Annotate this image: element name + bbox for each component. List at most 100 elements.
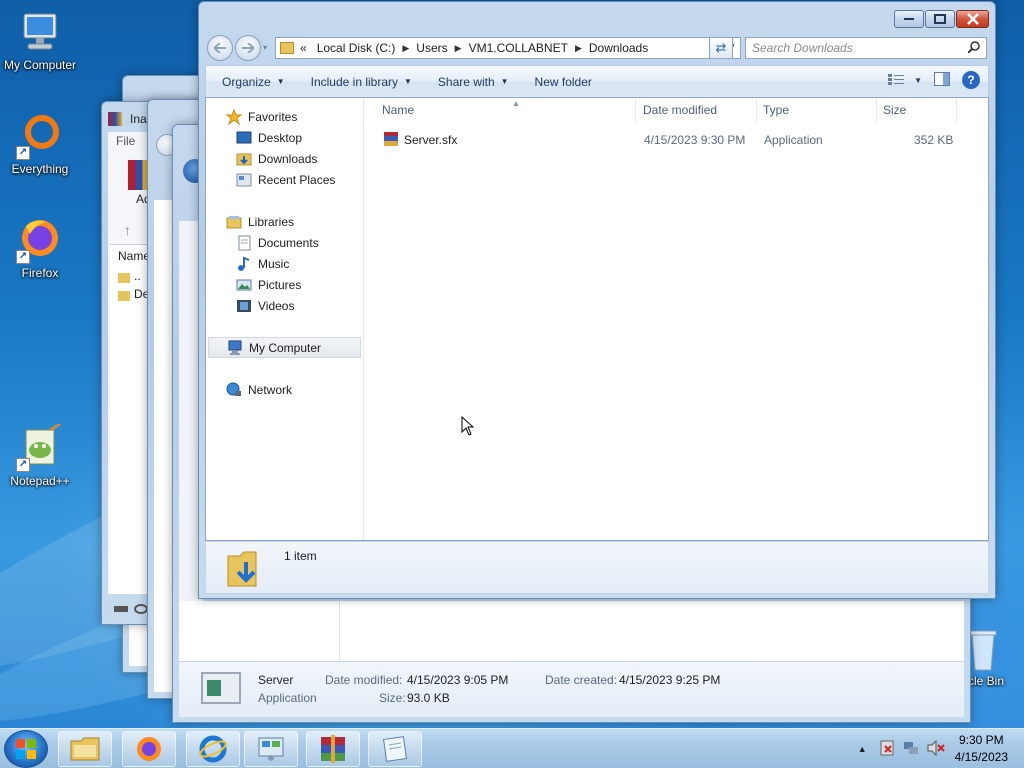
search-box[interactable]: Search Downloads: [745, 37, 987, 59]
preview-pane-button[interactable]: [934, 71, 950, 89]
nav-videos[interactable]: Videos: [206, 295, 363, 316]
taskbar-ie-button[interactable]: [186, 731, 240, 767]
file-date-modified: 4/15/2023 9:30 PM: [644, 133, 746, 147]
nav-label: Desktop: [258, 130, 303, 145]
chevron-down-icon: ▼: [500, 77, 509, 86]
nav-recent-places[interactable]: Recent Places: [206, 169, 363, 190]
videos-icon: [236, 298, 252, 314]
computer-icon: [227, 340, 243, 356]
breadcrumb-downloads[interactable]: Downloads: [584, 41, 653, 55]
forward-button[interactable]: [235, 35, 261, 61]
new-folder-button[interactable]: New folder: [519, 75, 602, 89]
explorer-window[interactable]: ▾ « Local Disk (C:) ▶ Users ▶ VM1.COLLAB…: [198, 1, 996, 599]
organize-menu[interactable]: Organize ▼: [206, 75, 295, 89]
desktop-icon-label: cle Bin: [968, 674, 1005, 688]
nav-my-computer[interactable]: My Computer: [208, 337, 361, 358]
network-status-icon[interactable]: [903, 740, 919, 759]
music-icon: [236, 256, 252, 272]
file-name: Server: [258, 673, 294, 687]
taskbar-winrar-button[interactable]: [306, 731, 360, 767]
nav-label: Libraries: [248, 214, 295, 229]
include-in-library-menu[interactable]: Include in library ▼: [295, 75, 422, 89]
nav-favorites[interactable]: Favorites: [206, 106, 363, 127]
desktop-icon-my-computer[interactable]: My Computer: [0, 8, 80, 72]
nav-libraries[interactable]: Libraries: [206, 211, 363, 232]
share-with-label: Share with: [437, 74, 495, 89]
show-hidden-icons-icon[interactable]: ▲: [858, 744, 867, 754]
nav-label: Documents: [258, 235, 319, 250]
command-bar: Organize ▼ Include in library ▼ Share wi…: [205, 65, 989, 97]
organize-label: Organize: [222, 74, 271, 89]
list-item[interactable]: ..: [134, 269, 141, 283]
help-icon[interactable]: ?: [962, 71, 980, 89]
star-icon: [225, 108, 243, 125]
desktop-icon-everything[interactable]: ↗ Everything: [0, 112, 80, 176]
file-row[interactable]: Server.sfx 4/15/2023 9:30 PM Application…: [364, 129, 988, 151]
shortcut-arrow-icon: ↗: [16, 146, 30, 160]
libraries-icon: [226, 214, 242, 230]
nav-label: Downloads: [258, 151, 318, 166]
column-header-name[interactable]: Name: [118, 249, 150, 263]
nav-music[interactable]: Music: [206, 253, 363, 274]
nav-label: Network: [248, 382, 293, 397]
desktop-icon-notepadpp[interactable]: ↗ Notepad++: [0, 422, 80, 488]
nav-network[interactable]: Network: [206, 379, 363, 400]
maximize-button[interactable]: [925, 10, 955, 28]
breadcrumb-vm1-collabnet[interactable]: VM1.COLLABNET: [464, 41, 573, 55]
nav-documents[interactable]: Documents: [206, 232, 363, 253]
close-button[interactable]: [956, 10, 989, 28]
taskbar-control-panel-button[interactable]: [244, 731, 298, 767]
column-header-type[interactable]: Type: [757, 98, 877, 122]
clock-date: 4/15/2023: [954, 750, 1008, 764]
column-header-size[interactable]: Size: [877, 98, 957, 122]
search-icon[interactable]: [967, 41, 980, 56]
taskbar-firefox-button[interactable]: [122, 731, 176, 767]
share-with-menu[interactable]: Share with ▼: [422, 75, 519, 89]
back-arrow-icon: [214, 43, 226, 53]
change-view-button[interactable]: ▼: [888, 74, 922, 86]
nav-pictures[interactable]: Pictures: [206, 274, 363, 295]
breadcrumb-separator-icon[interactable]: ▶: [453, 43, 464, 54]
pictures-icon: [236, 277, 252, 293]
breadcrumb-local-disk[interactable]: Local Disk (C:): [312, 41, 401, 55]
breadcrumb-users[interactable]: Users: [411, 41, 452, 55]
desktop-icon-label: Everything: [11, 162, 69, 176]
network-icon: [226, 382, 242, 398]
notepad-icon: [383, 736, 407, 762]
nav-downloads[interactable]: Downloads: [206, 148, 363, 169]
windows-logo-icon: [16, 739, 36, 759]
column-header-date-modified[interactable]: Date modified: [637, 98, 757, 122]
recent-pages-chevron-icon[interactable]: ▾: [263, 43, 267, 52]
nav-label: Favorites: [248, 109, 298, 124]
refresh-button[interactable]: ⇄: [709, 37, 733, 59]
downloads-folder-icon: [226, 548, 266, 588]
minimize-button[interactable]: [894, 10, 924, 28]
clock[interactable]: 9:30 PM 4/15/2023: [955, 732, 1008, 766]
column-headers: Name ▲ Date modified Type Size: [364, 98, 988, 124]
breadcrumb-overflow[interactable]: «: [298, 41, 312, 55]
taskbar-explorer-button[interactable]: [58, 731, 112, 767]
key-icon: [134, 604, 148, 614]
nav-label: Recent Places: [258, 172, 336, 187]
desktop-icon-firefox[interactable]: ↗ Firefox: [0, 216, 80, 280]
address-bar[interactable]: « Local Disk (C:) ▶ Users ▶ VM1.COLLABNE…: [275, 37, 741, 59]
column-header-label: Name: [382, 103, 415, 117]
size-value: 93.0 KB: [407, 691, 450, 705]
menu-file[interactable]: File: [116, 134, 135, 148]
nav-desktop[interactable]: Desktop: [206, 127, 363, 148]
action-center-icon[interactable]: [879, 740, 895, 759]
recycle-bin-icon: [968, 628, 998, 672]
start-button[interactable]: [4, 730, 48, 768]
volume-muted-icon[interactable]: [927, 739, 945, 759]
everything-icon: ↗: [16, 112, 64, 160]
up-arrow-icon[interactable]: ↑: [124, 222, 131, 238]
back-button[interactable]: [207, 35, 233, 61]
taskbar-notepad-button[interactable]: [368, 731, 422, 767]
breadcrumb-separator-icon[interactable]: ▶: [400, 43, 411, 54]
winrar-icon: [321, 735, 345, 763]
date-modified-value: 4/15/2023 9:05 PM: [407, 673, 509, 687]
documents-icon: [236, 235, 252, 251]
breadcrumb-separator-icon[interactable]: ▶: [573, 43, 584, 54]
column-header-name[interactable]: Name ▲: [376, 98, 636, 122]
